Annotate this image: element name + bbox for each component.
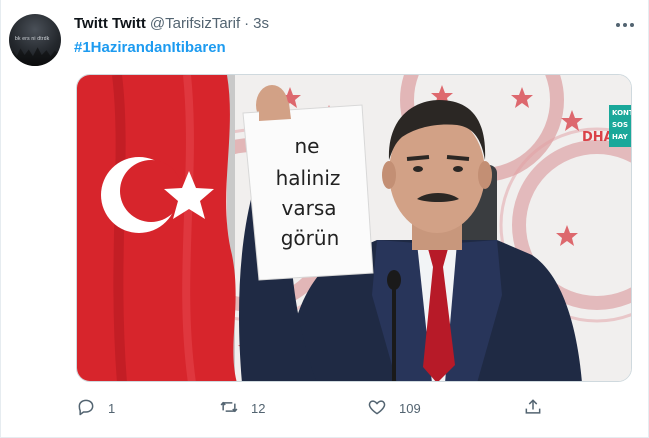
reply-count: 1 (108, 400, 116, 416)
avatar[interactable]: bk ers ni dtrdk (9, 14, 61, 66)
avatar-silhouette (9, 47, 61, 66)
avatar-text: bk ers ni dtrdk (15, 36, 50, 42)
tweet-photo[interactable]: ne haliniz varsa görün DHA KONTR SOS HAY (76, 74, 632, 382)
like-button[interactable]: 109 (367, 396, 421, 420)
sign-line: varsa (282, 196, 337, 220)
meta-separator: · (244, 15, 250, 32)
display-name[interactable]: Twitt Twitt (74, 15, 146, 32)
like-icon (367, 397, 387, 420)
share-icon (523, 397, 543, 420)
reply-button[interactable]: 1 (76, 396, 115, 420)
tweet-card[interactable]: bk ers ni dtrdk Twitt Twitt @TarifsizTar… (0, 0, 649, 438)
tweet-actions: 1 12 109 (76, 396, 632, 420)
more-icon[interactable] (613, 13, 637, 37)
sign-line: görün (281, 226, 340, 250)
corner-badge-line: HAY (612, 133, 629, 141)
like-count: 109 (399, 400, 421, 416)
retweet-icon (219, 397, 239, 420)
tweet-header: Twitt Twitt @TarifsizTarif · 3s (74, 15, 269, 35)
reply-icon (76, 397, 96, 420)
share-button[interactable] (523, 396, 543, 420)
tweet-time[interactable]: 3s (253, 15, 269, 32)
sign-paper (242, 104, 374, 281)
sign-line: ne (295, 134, 320, 158)
hashtag-link[interactable]: #1HazirandanItibaren (74, 39, 226, 56)
watermark: DHA (582, 130, 614, 145)
corner-badge-line: SOS (612, 121, 628, 129)
user-handle[interactable]: @TarifsizTarif (150, 15, 240, 32)
retweet-button[interactable]: 12 (219, 396, 265, 420)
corner-badge-line: KONTR (612, 109, 632, 117)
sign-line: haliniz (276, 166, 341, 190)
retweet-count: 12 (251, 400, 266, 416)
